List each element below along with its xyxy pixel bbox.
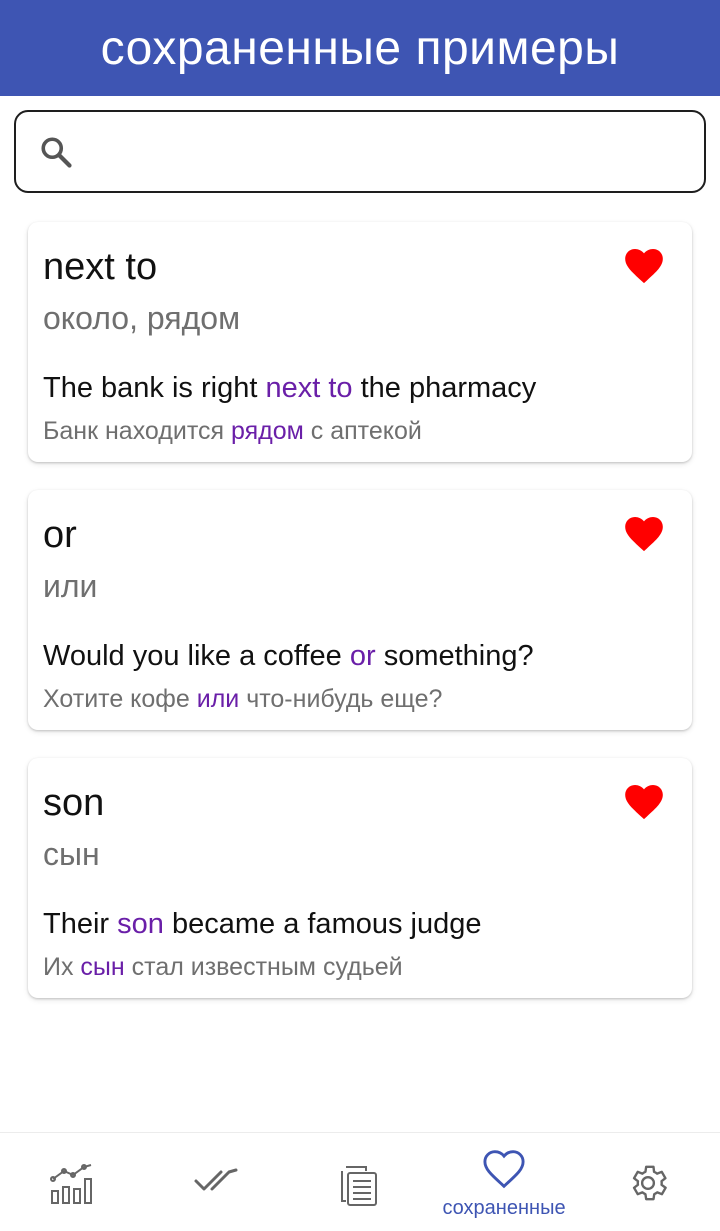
card-example: The bank is right next to the pharmacy <box>43 372 537 404</box>
statistics-chart-icon <box>50 1164 92 1204</box>
saved-example-card[interactable]: or или Would you like a coffee or someth… <box>28 490 692 730</box>
favorite-heart-icon[interactable] <box>624 516 664 552</box>
saved-example-card[interactable]: son сын Their son became a famous judge … <box>28 758 692 998</box>
nav-item-saved[interactable]: сохраненные <box>432 1133 576 1231</box>
documents-icon <box>341 1166 377 1206</box>
card-example-translation: Хотите кофе или что-нибудь еще? <box>43 685 443 713</box>
nav-label-saved: сохраненные <box>442 1197 566 1219</box>
card-translation: или <box>43 568 98 604</box>
heart-outline-icon <box>483 1150 525 1189</box>
example-translation-highlight: или <box>196 685 240 713</box>
nav-item-learned[interactable] <box>144 1133 288 1231</box>
double-check-icon <box>194 1168 238 1191</box>
card-word: or <box>43 514 77 556</box>
nav-item-lists[interactable] <box>288 1133 432 1231</box>
card-translation: около, рядом <box>43 300 241 336</box>
card-example: Their son became a famous judge <box>43 908 482 940</box>
page-title: сохраненные примеры <box>100 21 620 75</box>
saved-example-card[interactable]: next to около, рядом The bank is right n… <box>28 222 692 462</box>
example-highlight: or <box>349 640 376 672</box>
nav-item-statistics[interactable] <box>0 1133 144 1231</box>
card-example-translation: Банк находится рядом с аптекой <box>43 417 422 445</box>
card-example: Would you like a coffee or something? <box>43 640 534 672</box>
search-bar[interactable] <box>14 110 706 193</box>
bottom-navigation: сохраненные <box>0 1132 720 1231</box>
example-highlight: son <box>117 908 164 940</box>
search-icon <box>41 137 72 168</box>
example-translation-highlight: сын <box>80 953 125 981</box>
card-example-translation: Их сын стал известным судьей <box>43 953 403 981</box>
gear-icon <box>632 1165 667 1201</box>
card-word: next to <box>43 246 158 288</box>
card-translation: сын <box>43 836 100 872</box>
favorite-heart-icon[interactable] <box>624 248 664 284</box>
app-header: сохраненные примеры <box>0 0 720 96</box>
favorite-heart-icon[interactable] <box>624 784 664 820</box>
example-translation-highlight: рядом <box>231 417 304 445</box>
card-word: son <box>43 782 105 824</box>
example-highlight: next to <box>265 372 353 404</box>
search-input[interactable] <box>96 126 686 178</box>
nav-item-settings[interactable] <box>576 1133 720 1231</box>
